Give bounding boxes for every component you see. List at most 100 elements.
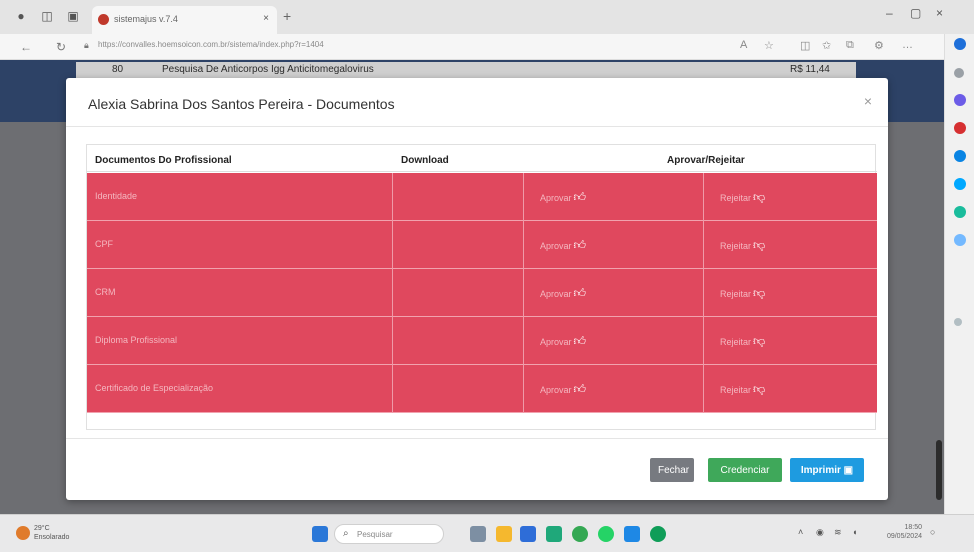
modal-footer-divider xyxy=(66,438,888,439)
reject-button[interactable]: Rejeitar 👎︎ xyxy=(720,238,765,253)
thumbs-down-icon: 👎︎ xyxy=(753,286,766,300)
cell-download[interactable] xyxy=(393,221,524,269)
maximize-button[interactable]: ▢ xyxy=(910,6,921,20)
thumbs-up-icon: 👍︎ xyxy=(573,382,587,396)
table-row: Certificado de Especialização Aprovar 👍︎ … xyxy=(87,365,877,413)
approve-label: Aprovar xyxy=(540,337,572,347)
tab-title: sistemajus v.7.4 xyxy=(114,14,178,24)
print-label: Imprimir xyxy=(800,464,841,476)
background-row-code: 80 xyxy=(112,64,124,75)
shopping-icon[interactable] xyxy=(954,94,966,106)
cell-download[interactable] xyxy=(393,365,524,413)
volume-icon[interactable]: ◖ xyxy=(852,527,857,537)
thumbs-down-icon: 👎︎ xyxy=(753,238,766,252)
table-row: CRM Aprovar 👍︎ Rejeitar 👎︎ xyxy=(87,269,877,317)
reject-button[interactable]: Rejeitar 👎︎ xyxy=(720,190,765,205)
modal-title: Alexia Sabrina Dos Santos Pereira - Docu… xyxy=(88,96,395,112)
cell-download[interactable] xyxy=(393,269,524,317)
thumbs-down-icon: 👎︎ xyxy=(753,190,766,204)
cell-document: Identidade xyxy=(87,173,393,221)
store-icon[interactable] xyxy=(520,526,536,542)
window-close-button[interactable]: × xyxy=(936,6,943,20)
weather-icon[interactable] xyxy=(16,526,30,540)
network-icon[interactable]: ◉ xyxy=(816,527,824,538)
split-screen-icon[interactable]: ◫ xyxy=(800,39,810,52)
thumbs-up-icon: 👍︎ xyxy=(573,190,587,204)
wifi-icon[interactable]: ≋ xyxy=(834,527,842,538)
read-aloud-icon[interactable]: A xyxy=(740,39,747,51)
approve-label: Aprovar xyxy=(540,289,572,299)
document-icon: ▣ xyxy=(843,464,854,476)
back-icon[interactable]: ← xyxy=(20,40,32,54)
widgets-icon[interactable] xyxy=(470,526,486,542)
profile-icon[interactable]: ● xyxy=(14,9,28,23)
cell-approve: Aprovar 👍︎ xyxy=(524,269,704,317)
weather-widget[interactable]: 29°C Ensolarado xyxy=(34,524,69,542)
tab-close-icon[interactable]: × xyxy=(263,13,269,24)
office-icon[interactable] xyxy=(954,178,966,190)
cell-document: CPF xyxy=(87,221,393,269)
search-icon[interactable] xyxy=(954,68,964,78)
clock-date: 09/05/2024 xyxy=(886,533,922,540)
tray-chevron-icon[interactable]: ˄ xyxy=(798,527,803,537)
cell-download[interactable] xyxy=(393,317,524,365)
notification-icon[interactable]: ○ xyxy=(930,527,935,537)
tab-actions-icon[interactable]: ▣ xyxy=(66,9,80,23)
favorites-icon[interactable]: ✩ xyxy=(822,39,831,52)
tools-icon[interactable] xyxy=(954,122,966,134)
document-name: Certificado de Especialização xyxy=(95,383,214,393)
browser-tab[interactable]: sistemajus v.7.4 × xyxy=(92,6,277,34)
collections-icon[interactable]: ⧉ xyxy=(846,39,854,52)
approve-button[interactable]: Aprovar 👍︎ xyxy=(540,190,586,205)
header-divider xyxy=(87,171,877,172)
start-icon[interactable] xyxy=(312,526,328,542)
new-tab-button[interactable]: + xyxy=(283,8,291,24)
taskbar-clock[interactable]: 18:50 09/05/2024 xyxy=(880,523,922,541)
reject-button[interactable]: Rejeitar 👎︎ xyxy=(720,382,765,397)
taskbar: 29°C Ensolarado ⌕ Pesquisar ˄ ◉ ≋ ◖ 18:5… xyxy=(0,514,974,552)
games-icon[interactable] xyxy=(954,150,966,162)
url-field[interactable]: https://convalles.hoemsoicon.com.br/sist… xyxy=(98,40,324,49)
cell-approve: Aprovar 👍︎ xyxy=(524,317,704,365)
lock-icon: 🔒︎ xyxy=(84,40,89,50)
credential-button[interactable]: Credenciar xyxy=(708,458,782,482)
browser-icon[interactable] xyxy=(650,526,666,542)
approve-button[interactable]: Aprovar 👍︎ xyxy=(540,334,586,349)
search-icon: ⌕ xyxy=(343,528,349,539)
cell-document: Diploma Profissional xyxy=(87,317,393,365)
approve-button[interactable]: Aprovar 👍︎ xyxy=(540,286,586,301)
cell-approve: Aprovar 👍︎ xyxy=(524,365,704,413)
taskbar-search[interactable]: ⌕ Pesquisar xyxy=(334,524,444,544)
workspaces-icon[interactable]: ◫ xyxy=(40,9,54,23)
app-icon[interactable] xyxy=(624,526,640,542)
table-row: Identidade Aprovar 👍︎ Rejeitar 👎︎ xyxy=(87,173,877,221)
favorite-icon[interactable]: ☆ xyxy=(764,39,774,52)
approve-button[interactable]: Aprovar 👍︎ xyxy=(540,238,586,253)
background-row-description: Pesquisa De Anticorpos Igg Anticitomegal… xyxy=(162,64,374,75)
file-explorer-icon[interactable] xyxy=(496,526,512,542)
cell-download[interactable] xyxy=(393,173,524,221)
reject-button[interactable]: Rejeitar 👎︎ xyxy=(720,286,765,301)
approve-button[interactable]: Aprovar 👍︎ xyxy=(540,382,586,397)
tab-favicon-icon xyxy=(98,14,109,25)
minimize-button[interactable]: – xyxy=(886,6,893,20)
chrome-icon[interactable] xyxy=(572,526,588,542)
print-button[interactable]: Imprimir ▣ xyxy=(790,458,864,482)
header-approve-reject: Aprovar/Rejeitar xyxy=(667,155,745,166)
outlook-icon[interactable] xyxy=(954,206,966,218)
page-scrollbar[interactable] xyxy=(936,440,942,500)
documents-table: Documentos Do Profissional Download Apro… xyxy=(86,144,877,430)
extensions-icon[interactable]: ⚙ xyxy=(874,39,884,52)
reject-button[interactable]: Rejeitar 👎︎ xyxy=(720,334,765,349)
add-icon[interactable] xyxy=(954,318,962,326)
copilot-icon[interactable] xyxy=(954,38,966,50)
whatsapp-icon[interactable] xyxy=(598,526,614,542)
more-icon[interactable]: … xyxy=(902,39,913,51)
modal-close-button[interactable]: × xyxy=(864,93,872,109)
close-button[interactable]: Fechar xyxy=(650,458,694,482)
reject-label: Rejeitar xyxy=(720,289,752,299)
edge-icon[interactable] xyxy=(546,526,562,542)
drop-icon[interactable] xyxy=(954,234,966,246)
thumbs-down-icon: 👎︎ xyxy=(753,334,766,348)
reload-icon[interactable]: ↻ xyxy=(56,40,66,54)
